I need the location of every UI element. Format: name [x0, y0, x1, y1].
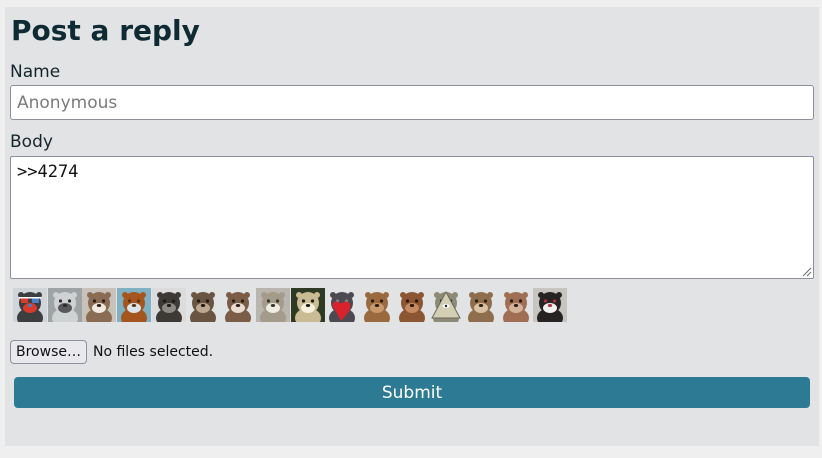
otter-3d-glasses-emote[interactable] — [13, 288, 48, 322]
otter-sitting-emote[interactable] — [359, 288, 395, 322]
submit-button[interactable]: Submit — [14, 377, 810, 408]
otter-dancing-emote[interactable] — [117, 288, 152, 322]
body-label: Body — [10, 132, 53, 152]
otter-heart-emote[interactable] — [325, 288, 360, 322]
form-title: Post a reply — [11, 14, 200, 47]
otter-smiling-emote[interactable] — [82, 288, 117, 322]
otter-grumpy-emote[interactable] — [394, 288, 430, 322]
emote-picker — [13, 288, 568, 322]
name-label: Name — [10, 62, 61, 82]
otter-laughing-emote[interactable] — [255, 288, 291, 322]
otter-neck-emote[interactable] — [221, 288, 256, 322]
otter-illuminati-emote[interactable] — [429, 288, 464, 322]
file-status-text: No files selected. — [92, 344, 214, 360]
otter-hooded-emote[interactable] — [47, 288, 83, 322]
resize-grip-icon[interactable] — [802, 267, 812, 277]
otter-surprised-emote[interactable] — [186, 288, 221, 322]
file-upload-row: Browse… No files selected. — [10, 340, 213, 364]
browse-button[interactable]: Browse… — [10, 340, 87, 364]
name-input[interactable] — [10, 85, 814, 120]
body-textarea[interactable]: >>4274 — [10, 156, 814, 279]
otter-shocked-emote[interactable] — [290, 288, 326, 322]
otter-screaming-emote[interactable] — [533, 288, 568, 322]
otter-smug-emote[interactable] — [498, 288, 534, 322]
reply-form: Post a reply Name Body >>4274 Browse… No… — [5, 7, 819, 446]
otter-chubby-emote[interactable] — [463, 288, 499, 322]
otter-side-profile-emote[interactable] — [151, 288, 187, 322]
